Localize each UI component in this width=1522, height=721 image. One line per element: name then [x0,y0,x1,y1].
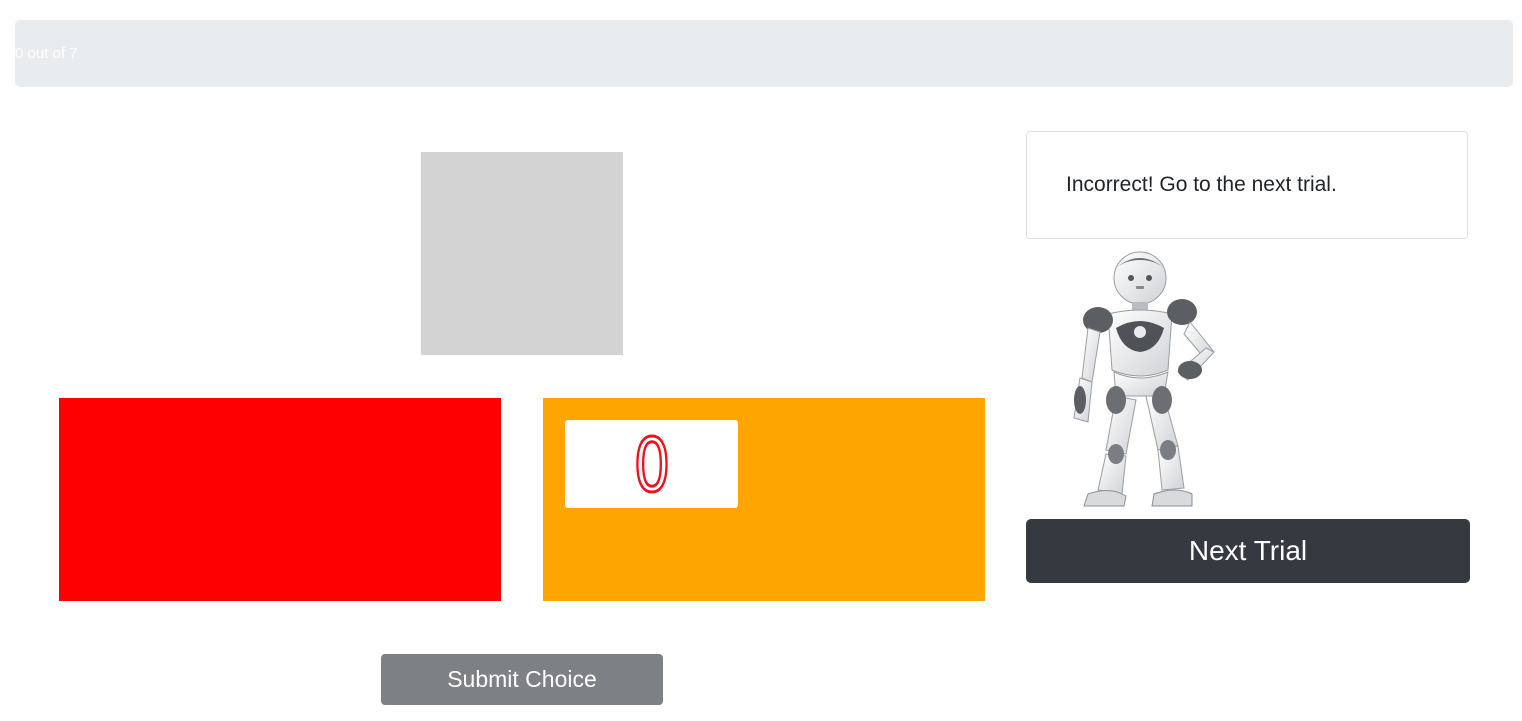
feedback-card: Incorrect! Go to the next trial. [1026,131,1468,239]
humanoid-robot-icon [1058,250,1228,512]
progress-bar: 0 out of 7 [15,20,1513,87]
digit-value: 0 [634,422,671,508]
feedback-message: Incorrect! Go to the next trial. [1066,173,1337,196]
submit-choice-button[interactable]: Submit Choice [381,654,663,705]
digit-display: 0 [632,421,671,508]
trial-page: 0 out of 7 0 Submit Choice Incorrect! Go… [0,0,1522,721]
choice-option-orange[interactable]: 0 [543,398,985,601]
stimulus-square [421,152,623,355]
progress-label: 0 out of 7 [15,45,78,62]
next-trial-button[interactable]: Next Trial [1026,519,1470,583]
digit-card: 0 [565,420,738,508]
choice-option-red[interactable] [59,398,501,601]
